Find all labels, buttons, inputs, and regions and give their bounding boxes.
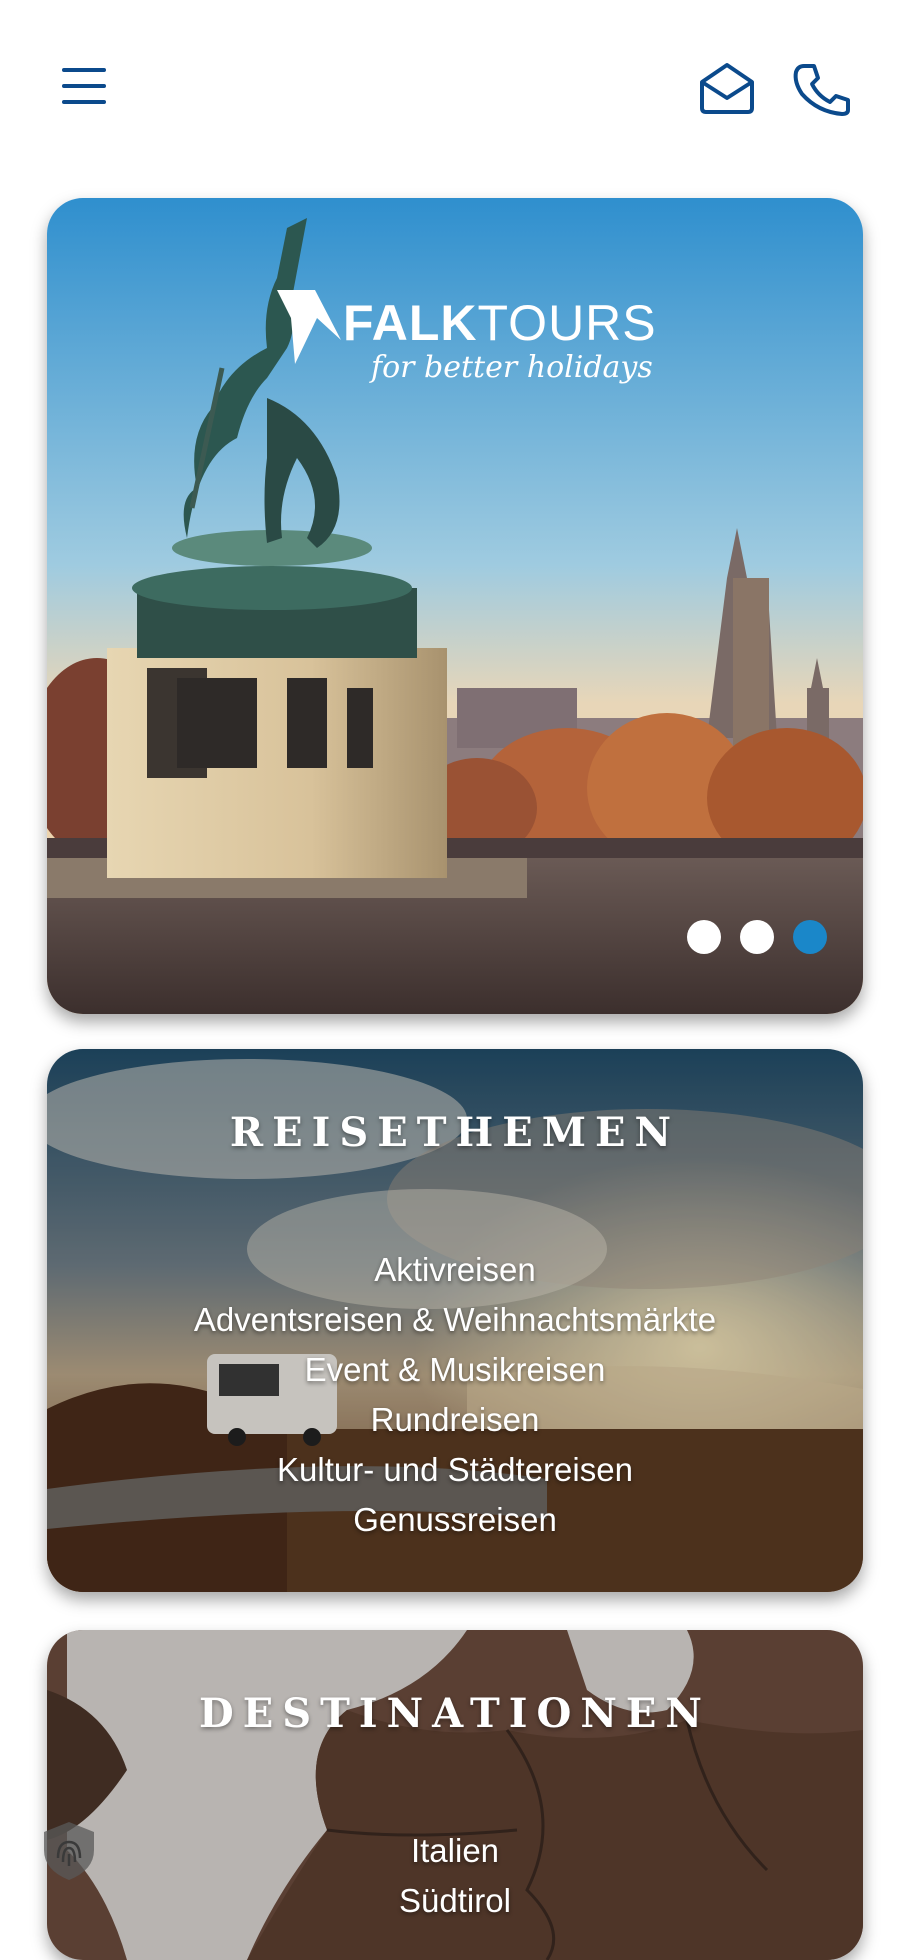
- hero-slider[interactable]: FALKTOURS for better holidays: [47, 198, 863, 1014]
- destination-link-suedtirol[interactable]: Südtirol: [47, 1876, 863, 1926]
- theme-link-genussreisen[interactable]: Genussreisen: [47, 1495, 863, 1545]
- destinations-list: Italien Südtirol: [47, 1826, 863, 1926]
- travel-themes-heading: REISETHEMEN: [229, 1109, 681, 1156]
- logo-brand-bold: FALK: [343, 295, 478, 351]
- slider-pagination: [687, 920, 837, 956]
- falktours-logo: FALKTOURS for better holidays: [275, 288, 656, 398]
- theme-link-adventsreisen[interactable]: Adventsreisen & Weihnachtsmärkte: [47, 1295, 863, 1345]
- theme-link-rundreisen[interactable]: Rundreisen: [47, 1395, 863, 1445]
- destination-link-italien[interactable]: Italien: [47, 1826, 863, 1876]
- slider-dot-2[interactable]: [740, 920, 774, 954]
- destinations-card: DESTINATIONEN Italien Südtirol: [47, 1630, 863, 1960]
- theme-link-kultur-staedtereisen[interactable]: Kultur- und Städtereisen: [47, 1445, 863, 1495]
- travel-themes-list: Aktivreisen Adventsreisen & Weihnachtsmä…: [47, 1245, 863, 1545]
- fingerprint-shield-icon[interactable]: [36, 1818, 102, 1884]
- theme-link-event-musikreisen[interactable]: Event & Musikreisen: [47, 1345, 863, 1395]
- theme-link-aktivreisen[interactable]: Aktivreisen: [47, 1245, 863, 1295]
- destinations-heading: DESTINATIONEN: [199, 1690, 711, 1737]
- phone-icon[interactable]: [790, 60, 852, 116]
- falktours-logo-mark-icon: [277, 290, 341, 364]
- travel-themes-card: REISETHEMEN Aktivreisen Adventsreisen & …: [47, 1049, 863, 1592]
- envelope-open-icon[interactable]: [696, 60, 758, 116]
- slider-dot-1[interactable]: [687, 920, 721, 954]
- logo-tagline: for better holidays: [371, 350, 653, 385]
- logo-brand-light: TOURS: [477, 295, 657, 351]
- hamburger-menu-icon[interactable]: [60, 64, 110, 108]
- top-bar: [0, 0, 910, 178]
- logo-brand-text: FALKTOURS: [343, 294, 657, 352]
- slider-dot-3[interactable]: [793, 920, 827, 954]
